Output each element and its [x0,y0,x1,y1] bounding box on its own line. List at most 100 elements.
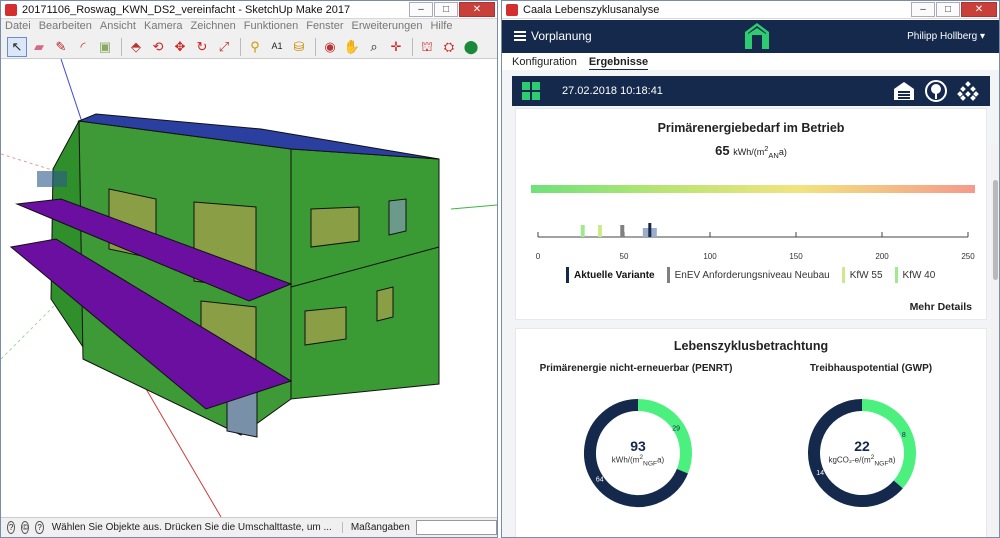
primary-energy-value: 65 kWh/(m2ANa) [516,143,986,160]
current-variant-marker [648,223,652,237]
gwp-center: 22 kgCO₂-e/(m2NGFa) [806,397,918,509]
close-button[interactable]: ✕ [459,2,495,17]
energy-legend: Aktuelle Variante EnEV Anforderungsnivea… [566,267,947,283]
maximize-button[interactable]: □ [936,2,960,17]
legend-item-kfw55: KfW 55 [841,267,883,283]
axis-tick-label: 50 [620,252,629,261]
measurements-input[interactable] [415,520,497,535]
window-title: Caala Lebenszyklusanalyse [523,3,660,16]
result-date: 27.02.2018 10:18:41 [562,85,663,97]
menu-datei[interactable]: Datei [5,20,31,34]
penrt-center: 93 kWh/(m2NGFa) [582,397,694,509]
penrt-title: Primärenergie nicht-erneuerbar (PENRT) [539,363,733,374]
gwp-unit: kgCO₂-e/(m2NGFa) [828,454,895,467]
top-navbar: Vorplanung Philipp Hollberg ▾ [502,20,999,53]
chevron-down-icon: ▾ [979,31,985,42]
penrt-unit-suffix: a) [657,456,665,466]
menu-bearbeiten[interactable]: Bearbeiten [39,20,92,34]
building-report-icon[interactable] [892,79,916,103]
caala-logo-icon [745,23,769,49]
select-icon[interactable]: ↖ [7,36,27,57]
minimize-button[interactable]: – [911,2,935,17]
3d-viewport[interactable] [1,59,497,517]
toolbar-separator [412,37,413,56]
maximize-button[interactable]: □ [434,2,458,17]
eraser-icon[interactable]: ▰ [29,37,49,57]
grid-icon[interactable] [522,82,540,100]
extension-warehouse-icon[interactable]: ⛭ [439,37,459,57]
scrollbar-thumb[interactable] [993,180,998,280]
menu-erweiterungen[interactable]: Erweiterungen [352,20,423,34]
window-title: 20171106_Roswag_KWN_DS2_vereinfacht - Sk… [22,3,351,16]
pe-unit-prefix: kWh/(m [733,147,765,157]
status-bar: ? © ? Wählen Sie Objekte aus. Drücken Si… [1,517,497,537]
grid-dots-icon[interactable] [956,79,980,103]
zoom-icon[interactable]: ⌕ [364,37,384,57]
pencil-icon[interactable]: ✎ [51,37,71,57]
tape-measure-icon[interactable]: ⚲ [245,37,265,57]
title-bar[interactable]: Caala Lebenszyklusanalyse – □ ✕ [502,1,999,19]
window [304,306,347,346]
legend-label: KfW 55 [849,269,883,281]
orbit-icon[interactable]: ◉ [320,37,340,57]
balcony-glass [37,171,67,187]
help-icon[interactable]: ? [35,521,44,534]
toolbar-separator [315,37,316,56]
menu-ansicht[interactable]: Ansicht [100,20,136,34]
minimize-button[interactable]: – [409,2,433,17]
rotate-icon[interactable]: ↻ [192,37,212,57]
energy-scale-axis: 0 50 100 150 200 250 [536,223,975,261]
scale-icon[interactable]: ⤢ [214,37,234,57]
caala-window: Caala Lebenszyklusanalyse – □ ✕ Vorplanu… [501,0,1000,538]
menu-kamera[interactable]: Kamera [144,20,183,34]
caala-app-icon [506,3,518,16]
menu-funktionen[interactable]: Funktionen [244,20,298,34]
nav-menu[interactable]: Vorplanung [514,29,592,43]
credits-icon[interactable]: © [21,521,30,534]
sketchup-icon[interactable]: ⬤ [461,37,481,57]
pan-icon[interactable]: ✋ [342,37,362,57]
tree-icon[interactable] [924,79,948,103]
gwp-unit-prefix: kgCO₂-e/(m [828,456,871,466]
push-pull-icon[interactable]: ⬘ [126,37,146,57]
title-bar[interactable]: 20171106_Roswag_KWN_DS2_vereinfacht - Sk… [1,1,497,19]
gwp-unit-suffix: a) [888,456,896,466]
text-icon[interactable]: A1 [267,37,287,57]
paint-bucket-icon[interactable]: ⛁ [289,37,309,57]
penrt-unit: kWh/(m2NGFa) [612,454,664,467]
tab-bar: Konfiguration Ergebnisse [512,56,660,71]
warehouse-icon[interactable]: ⛫ [417,37,437,57]
geolocation-icon[interactable]: ? [7,521,16,534]
result-header: 27.02.2018 10:18:41 [512,76,990,106]
toolbar-separator [121,37,122,56]
reference-marker [620,225,625,237]
life-cycle-title: Lebenszyklusbetrachtung [673,339,829,353]
pe-value-unit: kWh/(m2ANa) [733,144,787,160]
status-message: Wählen Sie Objekte aus. Drücken Sie die … [51,522,332,533]
axis-tick-label: 0 [536,252,541,261]
menu-bar: Datei Bearbeiten Ansicht Kamera Zeichnen… [1,20,497,34]
gwp-value: 22 [854,438,870,455]
menu-zeichnen[interactable]: Zeichnen [191,20,236,34]
zoom-extents-icon[interactable]: ✛ [386,37,406,57]
toolbar-separator [240,37,241,56]
user-menu[interactable]: Philipp Hollberg ▾ [907,31,985,42]
primary-energy-card: Primärenergiebedarf im Betrieb 65 kWh/(m… [515,108,987,320]
menu-hilfe[interactable]: Hilfe [430,20,452,34]
building-model [1,59,497,517]
menu-fenster[interactable]: Fenster [306,20,343,34]
tab-konfiguration[interactable]: Konfiguration [512,56,577,71]
rectangle-icon[interactable]: ▣ [95,37,115,57]
follow-me-icon[interactable]: ⟲ [148,37,168,57]
move-icon[interactable]: ✥ [170,37,190,57]
tab-ergebnisse[interactable]: Ergebnisse [588,56,649,71]
pe-unit-sub: AN [768,150,779,160]
legend-item-aktuelle-variante: Aktuelle Variante [566,267,655,283]
arc-icon[interactable]: ◜ [73,37,93,57]
more-details-link[interactable]: Mehr Details [910,301,972,313]
window [310,206,360,248]
legend-label: Aktuelle Variante [574,269,655,281]
close-button[interactable]: ✕ [961,2,997,17]
legend-item-kfw40: KfW 40 [894,267,935,283]
results-panel: 27.02.2018 10:18:41 Primärenergiebedarf … [502,70,999,537]
